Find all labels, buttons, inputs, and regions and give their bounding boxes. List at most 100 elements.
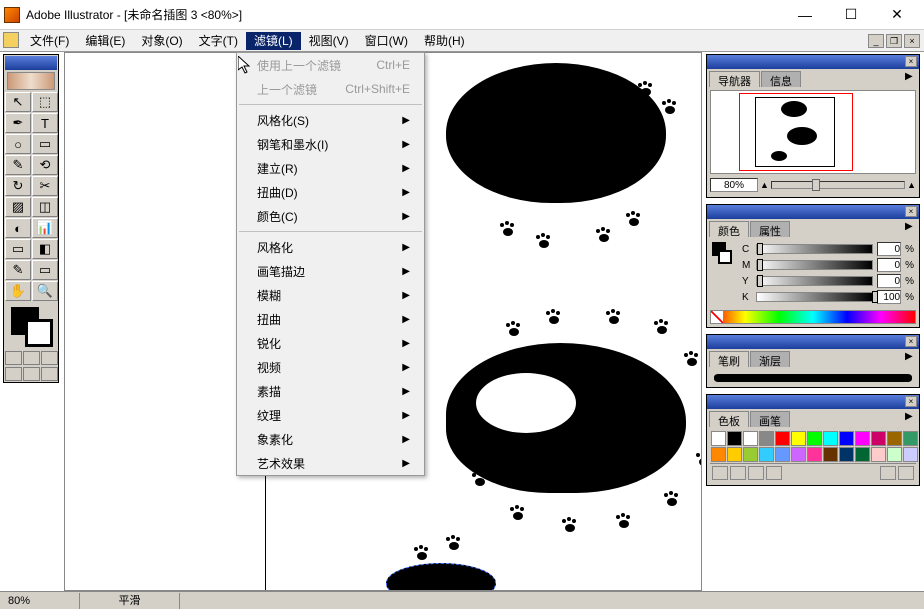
panel-close-icon[interactable]: × [905,396,917,407]
screen-mode-full-menu[interactable] [23,367,40,381]
fill-stroke-control[interactable] [5,305,57,349]
swatch[interactable] [871,431,886,446]
menu-edit[interactable]: 编辑(E) [77,32,133,50]
swatch[interactable] [823,447,838,462]
tab-swatches[interactable]: 色板 [709,411,749,427]
zoom-in-icon[interactable]: ▲ [907,180,916,190]
color-mode-gradient[interactable] [23,351,40,365]
none-color-icon[interactable] [710,310,724,324]
zoom-slider[interactable] [771,181,905,189]
tool-9[interactable]: ✂ [32,176,58,196]
toolbox-header[interactable] [5,56,57,70]
menu-item[interactable]: 风格化▶ [237,235,424,259]
swatch-new-icon[interactable] [880,466,896,480]
zoom-out-icon[interactable]: ▲ [760,180,769,190]
tab-navigator[interactable]: 导航器 [709,71,760,87]
swatch[interactable] [807,431,822,446]
screen-mode-standard[interactable] [5,367,22,381]
panel-close-icon[interactable]: × [905,336,917,347]
menu-item[interactable]: 模糊▶ [237,283,424,307]
panel-header[interactable]: × [707,335,919,349]
color-slider-m[interactable]: M% [742,258,914,272]
color-slider-k[interactable]: K% [742,290,914,304]
fill-stroke-mini[interactable] [710,240,736,284]
color-mode-none[interactable] [41,351,58,365]
swatch[interactable] [791,431,806,446]
swatch[interactable] [727,431,742,446]
tool-16[interactable]: ✎ [5,260,31,280]
tool-7[interactable]: ⟲ [32,155,58,175]
tool-11[interactable]: ◫ [32,197,58,217]
tool-13[interactable]: 📊 [32,218,58,238]
swatch[interactable] [903,447,918,462]
swatch-show-color-icon[interactable] [730,466,746,480]
menu-item[interactable]: 艺术效果▶ [237,451,424,475]
color-slider-c[interactable]: C% [742,242,914,256]
close-button[interactable]: ✕ [874,0,920,30]
menu-item[interactable]: 扭曲(D)▶ [237,180,424,204]
panel-menu-icon[interactable]: ▶ [905,71,917,87]
menu-item[interactable]: 颜色(C)▶ [237,204,424,228]
panel-menu-icon[interactable]: ▶ [905,351,917,367]
panel-menu-icon[interactable]: ▶ [905,411,917,427]
swatch-show-pattern-icon[interactable] [766,466,782,480]
status-tool[interactable]: 平滑 [80,593,180,609]
menu-item[interactable]: 风格化(S)▶ [237,108,424,132]
stroke-swatch[interactable] [25,319,53,347]
swatch[interactable] [887,447,902,462]
panel-header[interactable]: × [707,55,919,69]
swatch[interactable] [743,431,758,446]
menu-item[interactable]: 扭曲▶ [237,307,424,331]
menu-item[interactable]: 象素化▶ [237,427,424,451]
tool-12[interactable]: ◐ [5,218,31,238]
swatch[interactable] [903,431,918,446]
menu-item[interactable]: 建立(R)▶ [237,156,424,180]
swatch[interactable] [855,431,870,446]
tool-5[interactable]: ▭ [32,134,58,154]
tab-attributes[interactable]: 属性 [750,221,790,237]
panel-header[interactable]: × [707,395,919,409]
tab-info[interactable]: 信息 [761,71,801,87]
swatch[interactable] [871,447,886,462]
tool-8[interactable]: ↻ [5,176,31,196]
menu-item[interactable]: 钢笔和墨水(I)▶ [237,132,424,156]
swatch[interactable] [791,447,806,462]
menu-filter[interactable]: 滤镜(L) [246,32,301,50]
menu-item[interactable]: 纹理▶ [237,403,424,427]
status-zoom[interactable]: 80% [0,593,80,609]
panel-close-icon[interactable]: × [905,56,917,67]
tool-0[interactable]: ↖ [5,92,31,112]
swatch[interactable] [855,447,870,462]
color-spectrum[interactable] [710,310,916,324]
color-value-input[interactable] [877,258,901,272]
menu-item[interactable]: 素描▶ [237,379,424,403]
color-value-input[interactable] [877,290,901,304]
screen-mode-full[interactable] [41,367,58,381]
tool-4[interactable]: ○ [5,134,31,154]
swatch-show-gradient-icon[interactable] [748,466,764,480]
mdi-restore[interactable]: ❐ [886,34,902,48]
tool-3[interactable]: T [32,113,58,133]
tab-brushes[interactable]: 画笔 [750,411,790,427]
swatch[interactable] [887,431,902,446]
swatch[interactable] [775,447,790,462]
swatch[interactable] [823,431,838,446]
menu-help[interactable]: 帮助(H) [416,32,473,50]
minimize-button[interactable]: — [782,0,828,30]
menu-item[interactable]: 画笔描边▶ [237,259,424,283]
tool-18[interactable]: ✋ [5,281,31,301]
color-value-input[interactable] [877,274,901,288]
swatch[interactable] [839,447,854,462]
panel-header[interactable]: × [707,205,919,219]
swatch[interactable] [743,447,758,462]
navigator-preview[interactable] [710,90,916,174]
tool-2[interactable]: ✒ [5,113,31,133]
tab-brush[interactable]: 笔刷 [709,351,749,367]
swatch-show-all-icon[interactable] [712,466,728,480]
tool-17[interactable]: ▭ [32,260,58,280]
zoom-input[interactable] [710,178,758,192]
menu-object[interactable]: 对象(O) [133,32,190,50]
tool-1[interactable]: ⬚ [32,92,58,112]
swatch[interactable] [711,447,726,462]
color-value-input[interactable] [877,242,901,256]
